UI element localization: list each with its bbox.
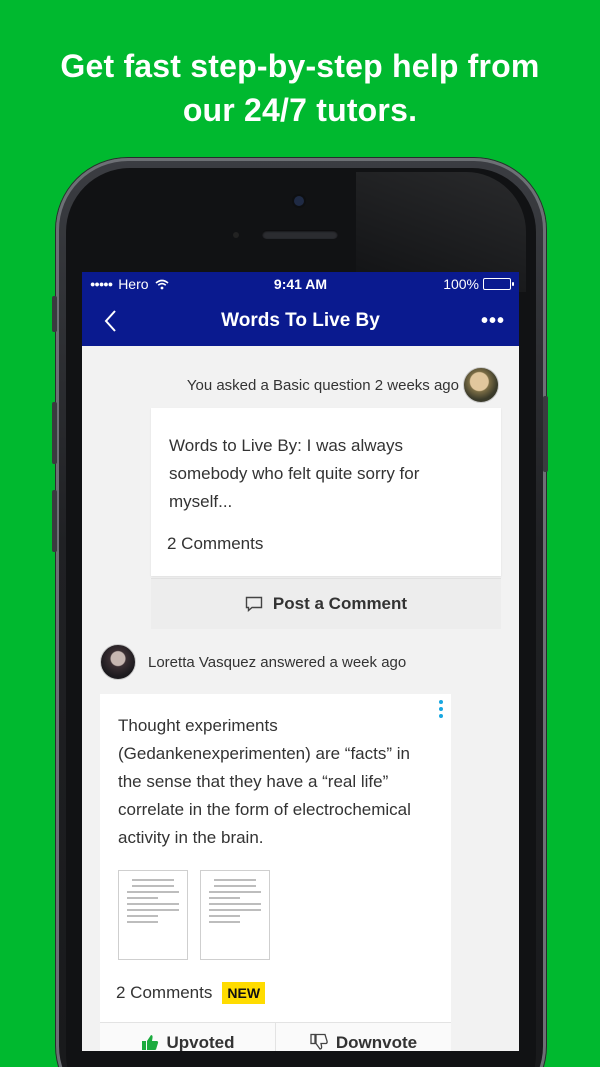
answer-comments-link[interactable]: 2 Comments (116, 983, 212, 1003)
battery-percent: 100% (443, 276, 479, 292)
phone-side-button (52, 296, 57, 332)
battery-icon (483, 278, 514, 290)
phone-volume-down-button (52, 490, 57, 552)
post-comment-label: Post a Comment (272, 594, 408, 613)
phone-speaker (262, 230, 338, 239)
answer-menu-icon[interactable] (439, 700, 445, 721)
attachment-thumbnail[interactable] (118, 870, 188, 960)
more-options-icon[interactable]: ••• (481, 310, 505, 333)
vote-bar: Upvoted Downvote (100, 1022, 451, 1051)
question-text: Words to Live By: I was always somebody … (169, 436, 420, 511)
question-meta: You asked a Basic question 2 weeks ago (186, 376, 459, 394)
avatar[interactable] (463, 367, 499, 403)
promo-line-1: Get fast step-by-step help from (60, 48, 540, 84)
thumbs-down-icon (310, 1033, 328, 1050)
upvote-label: Upvoted (166, 1033, 235, 1051)
new-badge: NEW (222, 982, 266, 1004)
downvote-label: Downvote (335, 1033, 418, 1051)
phone-camera (294, 196, 304, 206)
carrier-label: Hero (118, 276, 149, 292)
downvote-button[interactable]: Downvote (275, 1023, 451, 1051)
upvote-button[interactable]: Upvoted (100, 1023, 275, 1051)
phone-volume-up-button (52, 402, 57, 464)
answer-comments-row: 2 Comments NEW (116, 982, 266, 1004)
back-chevron-icon[interactable] (100, 308, 124, 334)
page-title: Words To Live By (221, 310, 380, 331)
answer-text: Thought experiments (Gedankenexperimente… (118, 716, 411, 847)
status-bar: ●●●●● Hero 9:41 AM 100% (82, 272, 519, 296)
question-card[interactable]: Words to Live By: I was always somebody … (151, 408, 501, 576)
answer-meta: Loretta Vasquez answered a week ago (148, 653, 407, 671)
question-comments-link[interactable]: 2 Comments (167, 534, 263, 554)
answer-card[interactable]: Thought experiments (Gedankenexperimente… (100, 694, 451, 1051)
question-meta-row: You asked a Basic question 2 weeks ago (82, 367, 519, 403)
attachment-thumbnail[interactable] (200, 870, 270, 960)
signal-dots-icon: ●●●●● (90, 279, 113, 289)
promo-headline: Get fast step-by-step help from our 24/7… (0, 44, 600, 132)
promo-line-2: our 24/7 tutors. (182, 92, 418, 128)
phone-power-button (543, 396, 548, 472)
post-comment-button[interactable]: Post a Comment (151, 578, 501, 629)
wifi-icon (155, 279, 169, 289)
phone-screen: ●●●●● Hero 9:41 AM 100% Words To Live By… (82, 272, 519, 1051)
nav-bar: Words To Live By ••• (82, 296, 519, 346)
thumbs-up-icon (141, 1035, 158, 1050)
answer-meta-row: Loretta Vasquez answered a week ago (100, 644, 406, 680)
attachment-thumbnails (118, 870, 270, 960)
answerer-avatar[interactable] (100, 644, 136, 680)
comment-icon (245, 596, 263, 612)
phone-sensor (233, 232, 239, 238)
